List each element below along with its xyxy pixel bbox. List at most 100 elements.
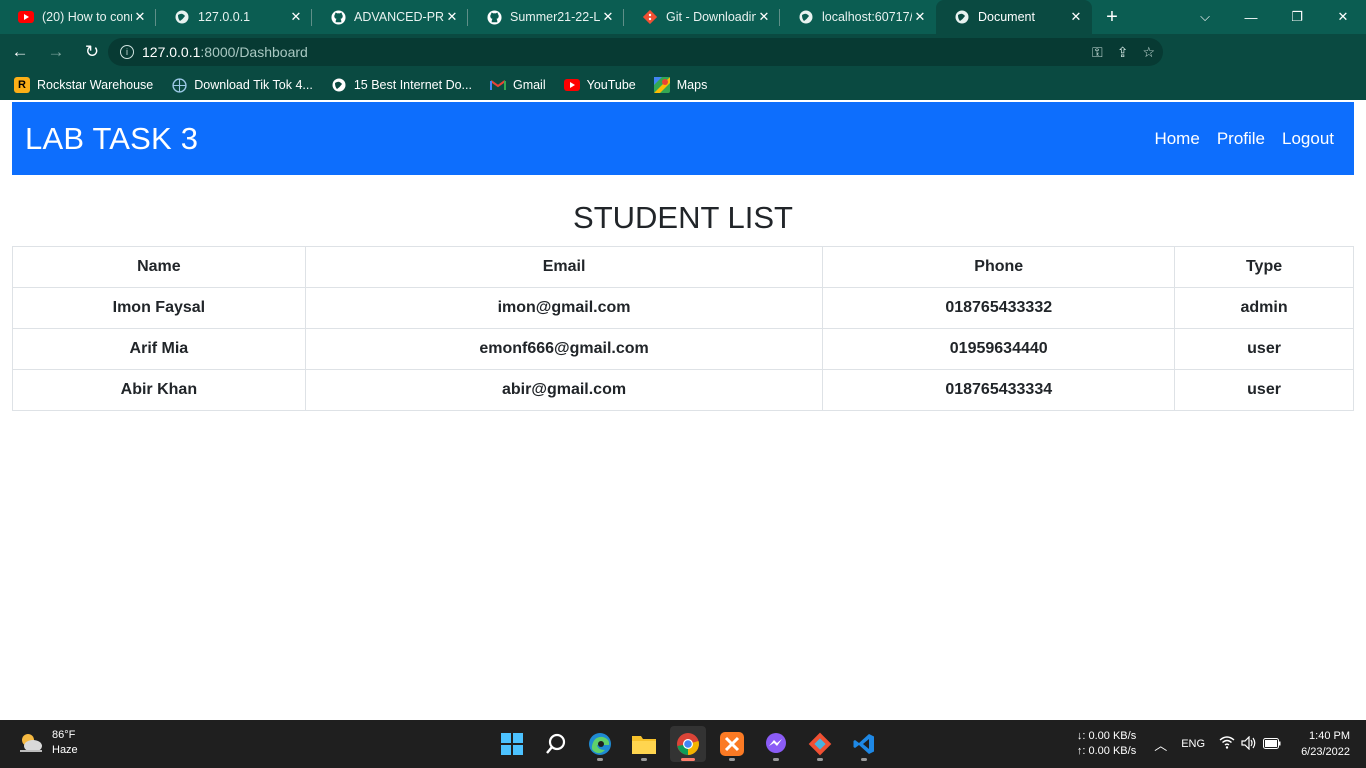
- start-button[interactable]: [494, 726, 530, 762]
- cell-name: Abir Khan: [12, 369, 306, 411]
- gmail-icon: [489, 77, 506, 93]
- tab-title: Git - Downloadin: [666, 10, 756, 24]
- close-tab-icon[interactable]: ✕: [600, 9, 616, 25]
- close-tab-icon[interactable]: ✕: [912, 9, 928, 25]
- taskbar-apps: [494, 726, 882, 762]
- page-title: STUDENT LIST: [573, 200, 793, 235]
- search-button[interactable]: [538, 726, 574, 762]
- key-icon[interactable]: ⚿: [1092, 44, 1103, 61]
- column-header-phone: Phone: [822, 246, 1176, 288]
- page-content: LAB TASK 3 Home Profile Logout STUDENT L…: [0, 100, 1366, 720]
- window-controls: ⌵ — ❐ ✕: [1182, 0, 1366, 34]
- close-tab-icon[interactable]: ✕: [444, 9, 460, 25]
- language-indicator[interactable]: ENG: [1181, 738, 1205, 750]
- folder-icon: [632, 736, 656, 754]
- vscode-app[interactable]: [846, 726, 882, 762]
- bookmark-label: Gmail: [512, 78, 546, 92]
- address-host: 127.0.0.1: [142, 44, 201, 60]
- forward-button[interactable]: →: [40, 36, 72, 68]
- address-bar-actions: ⚿ ⇪ ☆: [1092, 38, 1155, 66]
- maps-icon: [653, 77, 670, 93]
- column-header-name: Name: [12, 246, 306, 288]
- system-tray: ↓: 0.00 KB/s ↑: 0.00 KB/s ︿ ENG 1:40 PM …: [1077, 720, 1366, 768]
- browser-tab[interactable]: Git - Downloadin ✕: [624, 0, 780, 34]
- share-icon[interactable]: ⇪: [1117, 44, 1129, 61]
- nav-profile-link[interactable]: Profile: [1217, 129, 1265, 149]
- bookmark-item[interactable]: 15 Best Internet Do...: [331, 77, 472, 93]
- bookmark-item[interactable]: Download Tik Tok 4...: [171, 77, 313, 93]
- battery-icon[interactable]: [1263, 737, 1281, 752]
- chevron-up-icon[interactable]: ︿: [1154, 735, 1167, 754]
- globe-icon: [174, 9, 190, 25]
- close-tab-icon[interactable]: ✕: [288, 9, 304, 25]
- browser-tab[interactable]: 127.0.0.1 ✕: [156, 0, 312, 34]
- brand-title[interactable]: LAB TASK 3: [25, 121, 198, 157]
- git-gui-app[interactable]: [802, 726, 838, 762]
- youtube-icon: [563, 77, 580, 93]
- xampp-icon: [720, 732, 744, 756]
- bookmark-label: Download Tik Tok 4...: [194, 78, 313, 92]
- chrome-icon: [677, 733, 699, 755]
- tab-title: localhost:60717/: [822, 10, 912, 24]
- cell-type: user: [1174, 328, 1354, 370]
- clock-time: 1:40 PM: [1309, 730, 1350, 742]
- xampp-app[interactable]: [714, 726, 750, 762]
- close-tab-icon[interactable]: ✕: [756, 9, 772, 25]
- table-header-row: Name Email Phone Type: [12, 246, 1354, 288]
- wifi-icon[interactable]: [1219, 736, 1235, 752]
- cell-email: emonf666@gmail.com: [304, 328, 824, 370]
- windows-taskbar: 86°F Haze ↓: 0.00 KB/s ↑: 0.00 KB/s ︿ EN…: [0, 720, 1366, 768]
- weather-temp: 86°F: [52, 729, 76, 741]
- weather-haze-icon: [18, 732, 44, 754]
- github-icon: [486, 9, 502, 25]
- minimize-button[interactable]: —: [1228, 0, 1274, 34]
- search-icon: [546, 733, 566, 754]
- bookmark-star-icon[interactable]: ☆: [1142, 44, 1155, 61]
- rockstar-icon: R: [14, 77, 30, 93]
- weather-widget[interactable]: 86°F Haze: [18, 728, 78, 758]
- table-row: Abir Khan abir@gmail.com 018765433334 us…: [12, 369, 1354, 411]
- bookmark-item[interactable]: R Rockstar Warehouse: [14, 77, 153, 93]
- messenger-app[interactable]: [758, 726, 794, 762]
- browser-tab[interactable]: (20) How to conn ✕: [0, 0, 156, 34]
- download-speed: ↓: 0.00 KB/s: [1076, 730, 1137, 742]
- site-info-icon[interactable]: i: [120, 45, 134, 59]
- restore-button[interactable]: ❐: [1274, 0, 1320, 34]
- nav-links: Home Profile Logout: [1154, 129, 1334, 149]
- browser-tab[interactable]: Summer21-22-La ✕: [468, 0, 624, 34]
- edge-icon: [589, 733, 611, 755]
- messenger-icon: [766, 733, 786, 753]
- globe-icon: [954, 9, 970, 25]
- volume-icon[interactable]: [1241, 735, 1257, 753]
- tab-title: 127.0.0.1: [198, 10, 251, 24]
- bookmark-item[interactable]: Gmail: [489, 77, 546, 93]
- cell-name: Arif Mia: [12, 328, 306, 370]
- tab-title: Summer21-22-La: [510, 10, 600, 24]
- bookmark-item[interactable]: Maps: [653, 77, 707, 93]
- youtube-icon: [18, 9, 34, 25]
- cell-type: admin: [1174, 287, 1354, 329]
- bookmark-item[interactable]: YouTube: [563, 77, 636, 93]
- back-button[interactable]: ←: [4, 36, 36, 68]
- close-tab-icon[interactable]: ✕: [1068, 9, 1084, 25]
- browser-tab[interactable]: localhost:60717/ ✕: [780, 0, 936, 34]
- file-explorer-app[interactable]: [626, 726, 662, 762]
- clock[interactable]: 1:40 PM 6/23/2022: [1301, 728, 1350, 760]
- cell-phone: 018765433332: [822, 287, 1176, 329]
- table-row: Arif Mia emonf666@gmail.com 01959634440 …: [12, 328, 1354, 370]
- nav-home-link[interactable]: Home: [1154, 129, 1199, 149]
- browser-tab-active[interactable]: Document ✕: [936, 0, 1092, 34]
- reload-button[interactable]: ↻: [76, 36, 108, 68]
- close-window-button[interactable]: ✕: [1320, 0, 1366, 34]
- new-tab-button[interactable]: +: [1092, 0, 1132, 34]
- close-tab-icon[interactable]: ✕: [132, 9, 148, 25]
- edge-app[interactable]: [582, 726, 618, 762]
- globe-icon: [798, 9, 814, 25]
- cell-email: imon@gmail.com: [304, 287, 824, 329]
- globe-icon: [331, 77, 347, 93]
- address-bar[interactable]: i 127.0.0.1:8000/Dashboard ⚿ ⇪ ☆: [108, 38, 1163, 66]
- browser-tab[interactable]: ADVANCED-PROG ✕: [312, 0, 468, 34]
- tab-search-icon[interactable]: ⌵: [1182, 0, 1228, 34]
- chrome-app[interactable]: [670, 726, 706, 762]
- nav-logout-link[interactable]: Logout: [1282, 129, 1334, 149]
